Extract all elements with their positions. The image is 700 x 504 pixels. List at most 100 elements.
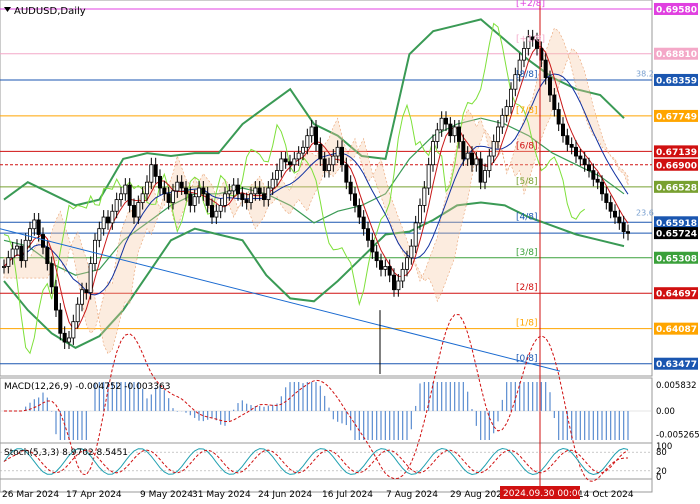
candle-body xyxy=(504,106,509,116)
macd-tick-label: -0.005265 xyxy=(656,430,700,440)
candle-body xyxy=(192,196,197,206)
candle-body xyxy=(84,289,89,294)
candle-body xyxy=(296,152,301,160)
candle-body xyxy=(248,193,253,203)
candle-body xyxy=(62,332,67,343)
price-tag-label: 0.64697 xyxy=(656,290,697,300)
candle-body xyxy=(318,144,323,160)
candle-body xyxy=(14,245,19,250)
candle-body xyxy=(561,123,566,137)
candle-body xyxy=(352,193,357,206)
candle-body xyxy=(409,245,414,259)
candle-body xyxy=(157,175,162,189)
candle-body xyxy=(58,309,63,334)
candle-body xyxy=(500,114,505,128)
candle-body xyxy=(617,216,622,224)
candle-body xyxy=(166,193,171,203)
chart-window: [+2/8] [+1/8] [8/8] [7/8] [6/8] [5/8] [4/8] [3/… xyxy=(0,0,700,500)
candle-body xyxy=(335,146,340,157)
candle-body xyxy=(348,181,353,195)
candle-body xyxy=(2,266,7,268)
candle-body xyxy=(127,184,132,206)
candle-body xyxy=(114,199,119,212)
candle-body xyxy=(591,170,596,180)
macd-title: MACD(12,26,9) -0.004752 -0.003363 xyxy=(4,382,170,392)
candle-body xyxy=(119,193,124,201)
candle-body xyxy=(123,184,128,195)
candle-body xyxy=(231,184,236,192)
candle-body xyxy=(162,187,167,195)
price-tag-label: 0.64087 xyxy=(656,325,697,335)
murrey-label: [6/8] xyxy=(516,141,538,151)
candle-body xyxy=(227,190,232,195)
candle-body xyxy=(49,263,54,288)
candle-body xyxy=(413,222,418,247)
candle-body xyxy=(106,216,111,224)
candle-body xyxy=(383,266,388,270)
candle-body xyxy=(404,257,409,270)
x-tick-label: 17 Apr 2024 xyxy=(66,490,122,500)
murrey-label: [4/8] xyxy=(516,212,538,222)
murrey-label: [5/8] xyxy=(516,177,538,187)
candle-body xyxy=(448,123,453,137)
price-tag-label: 0.66900 xyxy=(656,161,697,171)
price-tag-label: 0.67749 xyxy=(656,112,697,122)
candle-body xyxy=(300,146,305,154)
candle-body xyxy=(626,231,631,234)
candle-body xyxy=(574,146,579,157)
price-tag-label: 0.69580 xyxy=(656,5,697,15)
candle-body xyxy=(587,164,592,171)
candle-body xyxy=(365,228,370,241)
candle-body xyxy=(569,144,574,148)
candle-body xyxy=(196,187,201,198)
candle-body xyxy=(613,210,618,218)
candle-body xyxy=(131,205,136,218)
candle-body xyxy=(170,190,175,203)
price-tag-label: 0.68359 xyxy=(656,76,697,86)
candle-body xyxy=(478,158,483,183)
candle-body xyxy=(54,286,59,311)
candle-body xyxy=(426,164,431,189)
stoch-title: Stoch(5,3,3) 8.9702 8.5451 xyxy=(4,448,128,458)
candle-body xyxy=(578,155,583,160)
candle-body xyxy=(110,210,115,224)
candle-body xyxy=(309,126,314,137)
candle-body xyxy=(339,146,344,166)
candle-body xyxy=(322,158,327,171)
candle-body xyxy=(205,193,210,206)
candle-body xyxy=(23,239,28,262)
candle-body xyxy=(396,280,401,291)
price-tag-label: 0.65308 xyxy=(656,254,697,264)
candle-body xyxy=(201,187,206,195)
candle-body xyxy=(266,187,271,201)
murrey-label: [8/8] xyxy=(516,70,538,80)
candle-body xyxy=(556,109,561,125)
candle-body xyxy=(543,59,548,78)
candle-body xyxy=(253,187,258,195)
candle-body xyxy=(19,245,24,262)
x-tick-label: 14 Oct 2024 xyxy=(578,490,634,500)
candle-body xyxy=(214,210,219,218)
candle-body xyxy=(313,126,318,145)
candle-body xyxy=(452,126,457,137)
candle-body xyxy=(391,274,396,291)
candle-body xyxy=(422,187,427,206)
candle-body xyxy=(508,88,513,108)
candle-body xyxy=(331,155,336,166)
murrey-label: [+2/8] xyxy=(516,0,545,9)
candle-body xyxy=(188,193,193,206)
candle-body xyxy=(608,202,613,212)
macd-tick-label: 0.00 xyxy=(656,407,675,417)
candle-body xyxy=(357,205,362,218)
x-tick-label: 26 Mar 2024 xyxy=(2,490,59,500)
price-tag-label: 0.68810 xyxy=(656,50,697,60)
candle-body xyxy=(32,219,37,230)
price-tag-label: 0.66528 xyxy=(656,183,697,193)
x-tick-label: 9 May 2024 xyxy=(140,490,193,500)
candle-body xyxy=(495,126,500,142)
candle-body xyxy=(582,158,587,166)
candle-body xyxy=(257,187,262,195)
candle-body xyxy=(482,170,487,183)
candle-body xyxy=(443,117,448,125)
candle-body xyxy=(140,193,145,203)
